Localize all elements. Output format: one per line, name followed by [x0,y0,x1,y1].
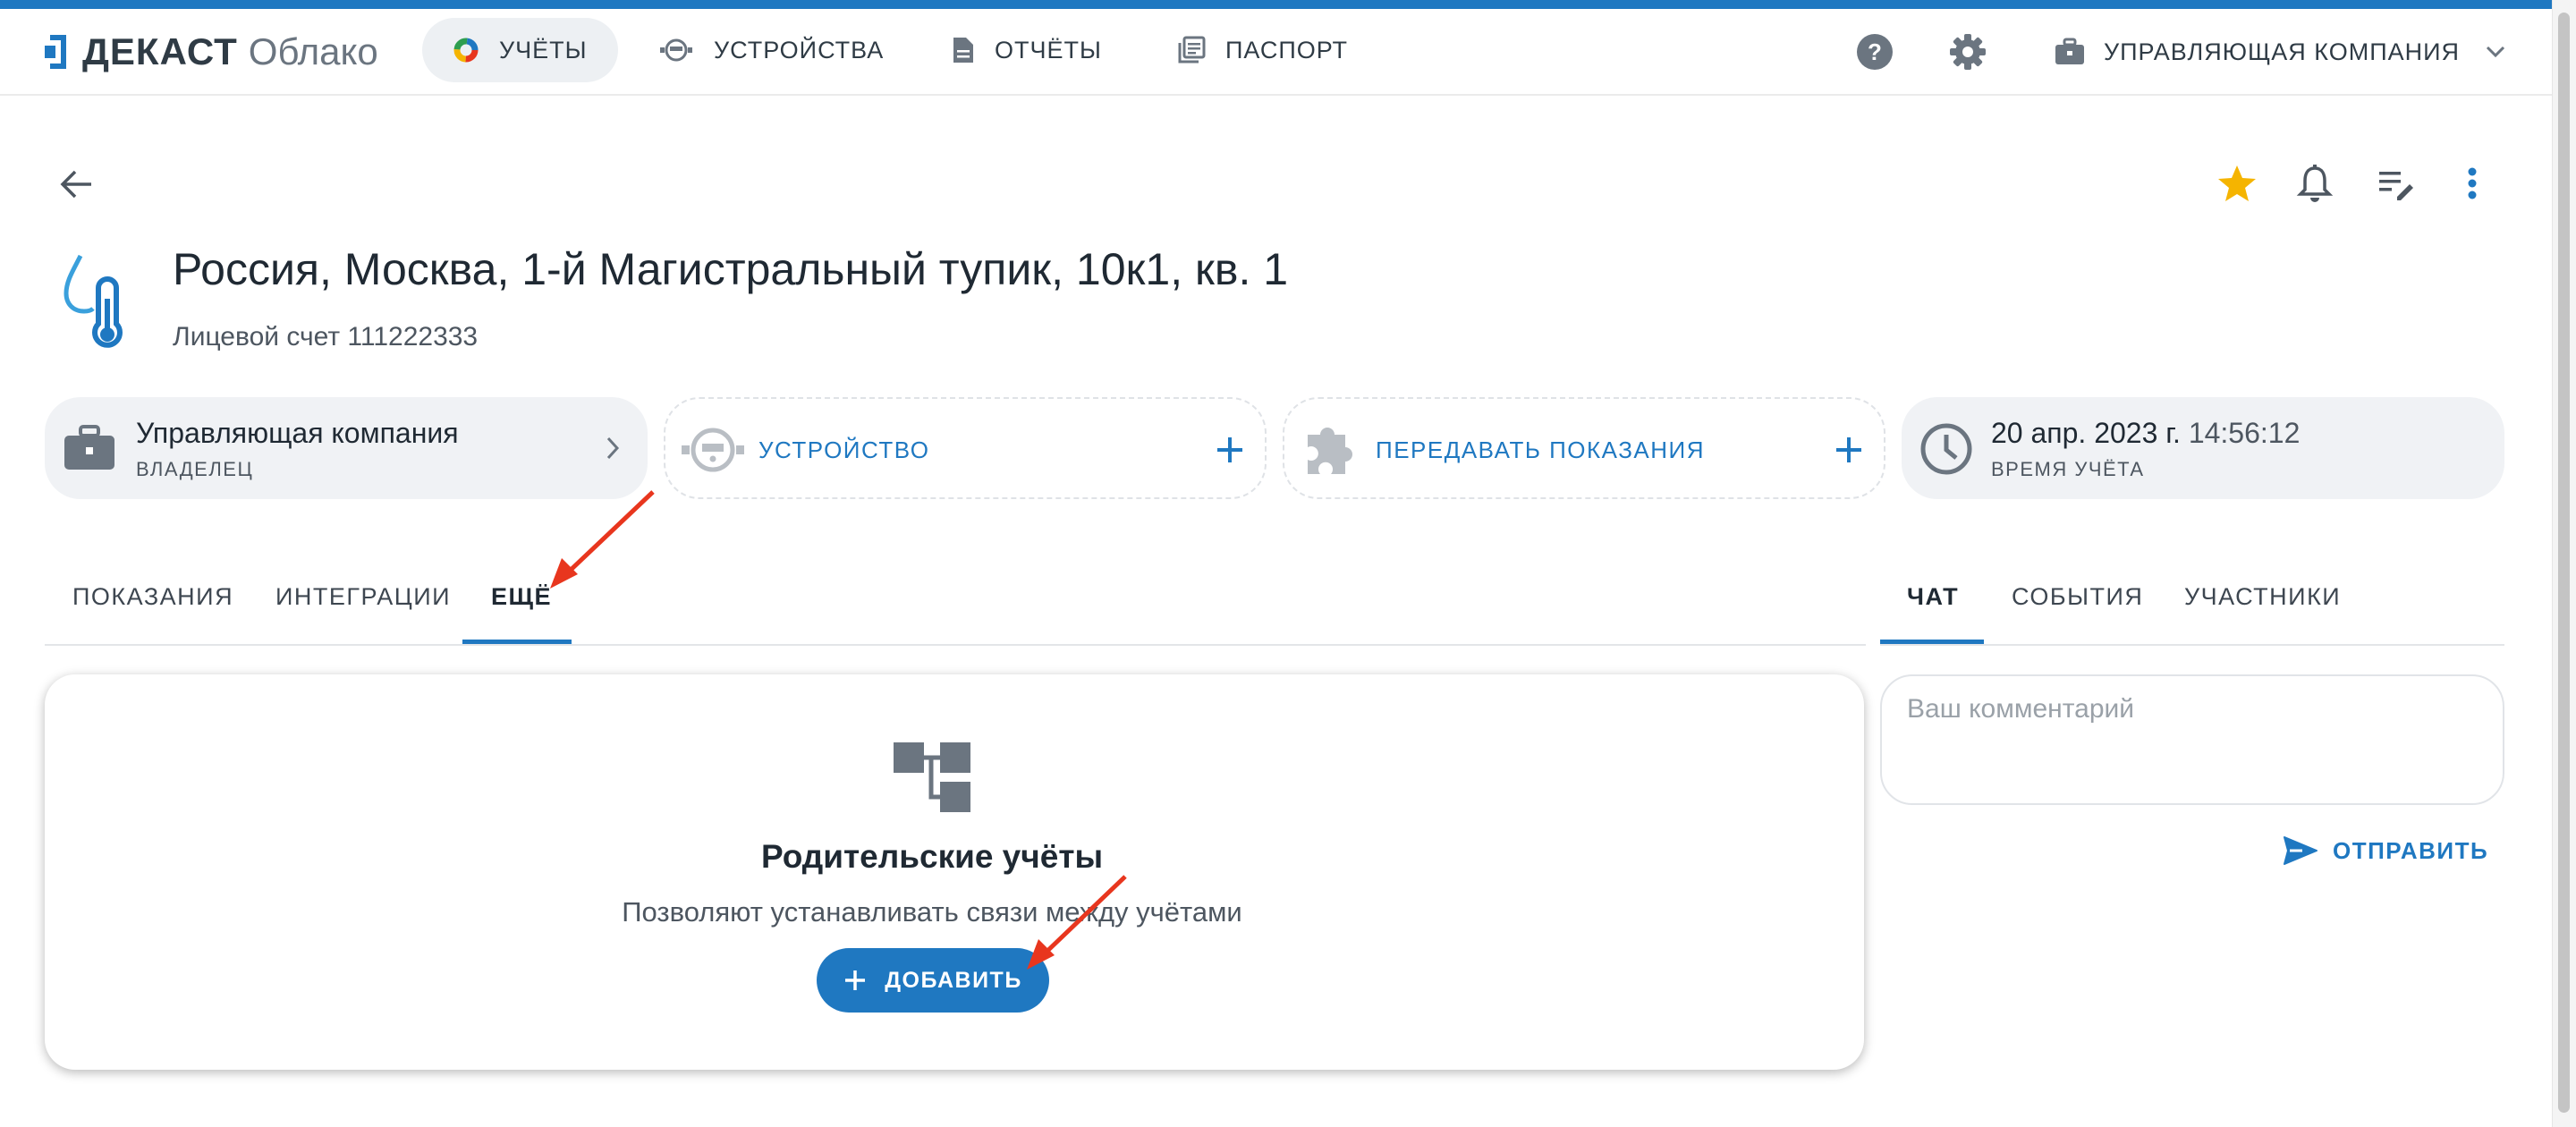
device-card[interactable]: УСТРОЙСТВО [664,397,1267,499]
chat-tabs-divider [1880,644,2504,646]
owner-role: ВЛАДЕЛЕЦ [136,458,254,480]
document-icon [953,38,973,63]
add-parent-button[interactable]: ДОБАВИТЬ [817,948,1049,1013]
briefcase-icon [2055,38,2084,64]
star-icon[interactable] [2216,163,2258,204]
nav-label: УЧЁТЫ [499,36,588,64]
send-icon [2284,836,2318,865]
company-selector[interactable]: УПРАВЛЯЮЩАЯ КОМПАНИЯ [2054,25,2506,79]
tab-events[interactable]: СОБЫТИЯ [2012,583,2143,611]
parent-accounts-title: Родительские учёты [760,838,1104,875]
plus-icon[interactable] [1215,435,1245,465]
nav-item-reports[interactable]: ОТЧЁТЫ [921,18,1132,82]
account-clock: 14:56:12 [2188,417,2301,449]
clock-icon [1920,423,1972,475]
meter-icon [660,38,692,62]
nav-item-passport[interactable]: ПАСПОРТ [1147,18,1378,82]
brand-name: ДЕКАСТ [82,30,238,72]
water-temperature-icon [64,254,123,348]
chevron-right-icon [606,436,620,460]
svg-text:?: ? [1868,38,1882,65]
tab-more[interactable]: ЕЩЁ [491,583,552,611]
account-time-value: 20 апр. 2023 г. 14:56:12 [1991,417,2300,450]
plus-icon [845,970,866,990]
back-arrow-icon[interactable] [59,166,95,202]
send-label: ОТПРАВИТЬ [2333,836,2489,864]
top-accent-line [0,0,2576,9]
nav-item-accounts[interactable]: УЧЁТЫ [422,18,618,82]
scrollbar-thumb[interactable] [2558,13,2570,1113]
nav-label: ПАСПОРТ [1225,36,1349,64]
gear-icon[interactable] [1948,32,1987,72]
account-time-label: ВРЕМЯ УЧЁТА [1991,458,2145,480]
add-parent-label: ДОБАВИТЬ [885,967,1022,993]
owner-card[interactable]: Управляющая компания ВЛАДЕЛЕЦ [45,397,648,499]
comment-field[interactable] [1880,674,2504,805]
tab-readings[interactable]: ПОКАЗАНИЯ [72,583,233,611]
nav-label: УСТРОЙСТВА [714,36,885,64]
top-bar: ДЕКАСТ Облако УЧЁТЫ УСТРОЙСТВА ОТЧЁТЫ ПА… [0,9,2553,96]
nav-item-devices[interactable]: УСТРОЙСТВА [628,18,914,82]
device-link[interactable]: УСТРОЙСТВО [758,436,930,464]
parent-accounts-description: Позволяют устанавливать связи между учёт… [622,896,1242,928]
bell-icon[interactable] [2295,163,2334,204]
library-icon [1178,36,1206,64]
tab-chat-indicator [1880,640,1984,644]
puzzle-icon [1308,428,1352,474]
help-icon[interactable]: ? [1855,32,1894,72]
plus-icon[interactable] [1834,435,1864,465]
edit-list-icon[interactable] [2376,163,2417,204]
send-button[interactable]: ОТПРАВИТЬ [2283,835,2488,866]
annotation-arrow-tab [550,490,655,589]
account-time-card: 20 апр. 2023 г. 14:56:12 ВРЕМЯ УЧЁТА [1902,397,2504,499]
page-title: Россия, Москва, 1-й Магистральный тупик,… [173,244,1289,294]
colorful-wheel-icon [453,38,479,63]
owner-name: Управляющая компания [136,417,459,449]
account-number: Лицевой счет 111222333 [173,322,479,352]
hierarchy-icon [894,742,970,812]
chevron-down-icon [2486,46,2505,58]
tab-integrations[interactable]: ИНТЕГРАЦИИ [275,583,451,611]
briefcase-icon [64,425,114,470]
tabs-divider [45,644,1866,646]
company-selector-label: УПРАВЛЯЮЩАЯ КОМПАНИЯ [2104,38,2461,65]
brand-subtitle: Облако [248,30,378,72]
decast-logo-icon [45,35,66,69]
more-vert-icon[interactable] [2463,163,2481,204]
nav-label: ОТЧЁТЫ [995,36,1102,64]
logo[interactable]: ДЕКАСТ Облако [45,27,378,77]
account-date: 20 апр. 2023 г. [1991,417,2181,449]
tab-chat[interactable]: ЧАТ [1907,583,1959,611]
tab-more-indicator [462,640,572,644]
page-scrollbar[interactable] [2552,0,2576,1127]
meter-icon [682,428,744,472]
transfer-readings-link[interactable]: ПЕРЕДАВАТЬ ПОКАЗАНИЯ [1376,436,1705,464]
transfer-readings-card[interactable]: ПЕРЕДАВАТЬ ПОКАЗАНИЯ [1283,397,1885,499]
comment-input[interactable] [1905,692,2481,785]
tab-participants[interactable]: УЧАСТНИКИ [2184,583,2341,611]
